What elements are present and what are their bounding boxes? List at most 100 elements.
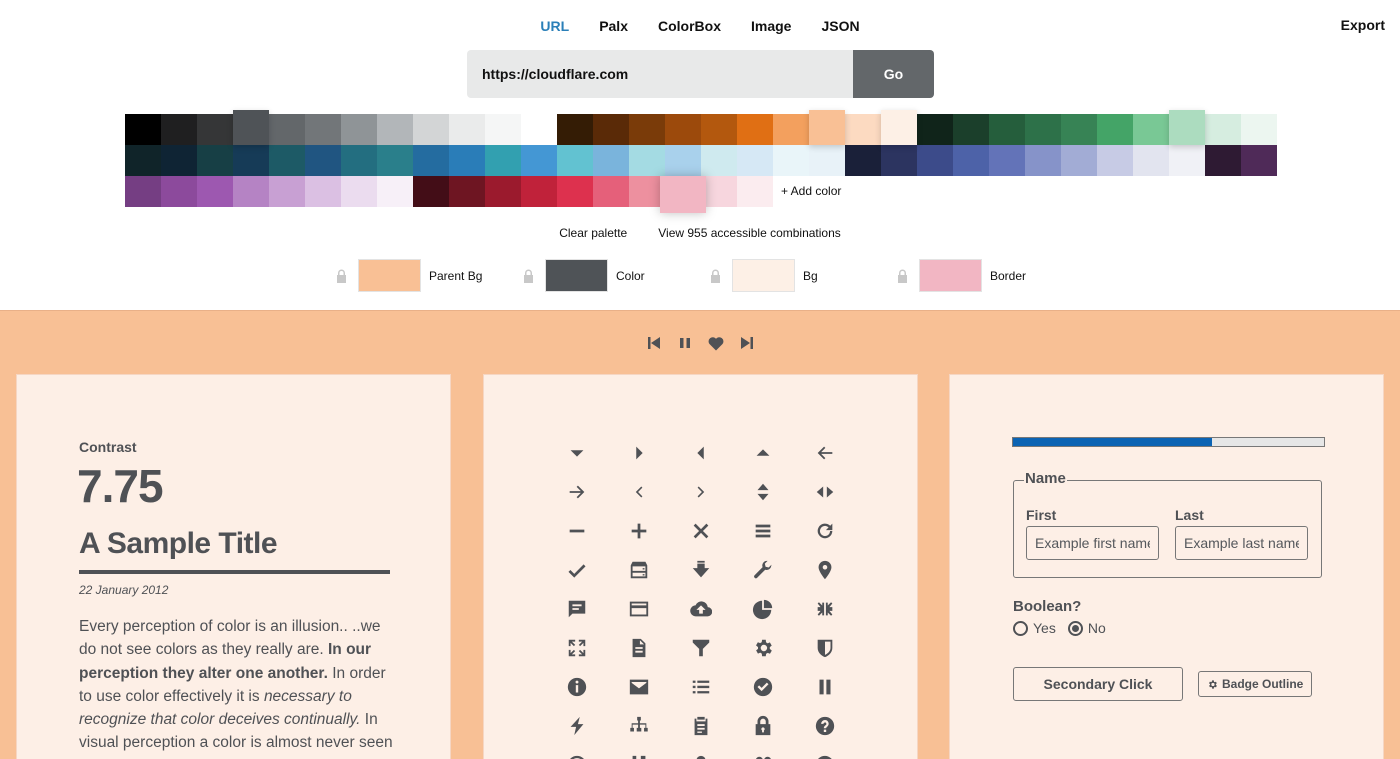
color-swatch[interactable] [485, 176, 521, 207]
clear-palette-link[interactable]: Clear palette [559, 226, 627, 240]
last-name-input[interactable] [1175, 526, 1308, 560]
color-swatch[interactable] [1133, 114, 1169, 145]
color-swatch[interactable] [557, 114, 593, 145]
color-swatch[interactable] [161, 114, 197, 145]
color-swatch[interactable] [989, 145, 1025, 176]
color-swatch[interactable] [845, 145, 881, 176]
color-swatch[interactable] [485, 145, 521, 176]
color-swatch[interactable] [377, 176, 413, 207]
color-swatch[interactable] [197, 145, 233, 176]
badge-outline-button[interactable]: Badge Outline [1198, 671, 1313, 697]
color-swatch[interactable] [341, 114, 377, 145]
color-swatch[interactable] [1205, 145, 1241, 176]
color-swatch[interactable] [809, 110, 845, 145]
color-swatch[interactable] [1025, 114, 1061, 145]
next-button[interactable] [739, 334, 755, 352]
color-swatch[interactable] [1205, 114, 1241, 145]
color-swatch[interactable] [1133, 145, 1169, 176]
color-swatch[interactable] [1241, 145, 1277, 176]
tab-palx[interactable]: Palx [584, 17, 643, 35]
color-swatch[interactable] [660, 176, 706, 213]
color-swatch[interactable] [305, 114, 341, 145]
color-swatch[interactable] [557, 145, 593, 176]
color-swatch[interactable] [881, 145, 917, 176]
color-swatch[interactable] [161, 176, 197, 207]
color-swatch[interactable] [269, 176, 305, 207]
color-swatch[interactable] [1061, 114, 1097, 145]
color-swatch[interactable] [881, 110, 917, 145]
color-swatch[interactable] [701, 145, 737, 176]
color-swatch[interactable] [953, 145, 989, 176]
color-swatch[interactable] [305, 176, 341, 207]
color-swatch[interactable] [413, 114, 449, 145]
color-swatch[interactable] [1097, 114, 1133, 145]
color-swatch[interactable] [1025, 145, 1061, 176]
color-swatch[interactable] [125, 145, 161, 176]
color-swatch[interactable] [233, 110, 269, 145]
export-button[interactable]: Export [1341, 17, 1385, 33]
color-swatch[interactable] [701, 176, 737, 207]
color-swatch[interactable] [197, 176, 233, 207]
color-swatch[interactable] [1169, 110, 1205, 145]
radio-yes[interactable]: Yes [1013, 620, 1056, 636]
color-swatch[interactable] [341, 176, 377, 207]
color-swatch[interactable] [377, 114, 413, 145]
color-swatch[interactable] [1097, 145, 1133, 176]
color-swatch[interactable] [1061, 145, 1097, 176]
color-swatch[interactable] [125, 114, 161, 145]
radio-no[interactable]: No [1067, 620, 1106, 636]
color-swatch[interactable] [629, 114, 665, 145]
color-swatch[interactable] [917, 145, 953, 176]
color-swatch[interactable] [197, 114, 233, 145]
color-swatch[interactable] [521, 176, 557, 207]
color-swatch[interactable] [305, 145, 341, 176]
favorite-button[interactable] [708, 334, 724, 352]
color-swatch[interactable] [773, 145, 809, 176]
radio-circle[interactable] [1013, 620, 1028, 636]
color-swatch[interactable] [629, 145, 665, 176]
pause-button[interactable] [677, 334, 693, 352]
color-swatch[interactable] [557, 176, 593, 207]
color-swatch[interactable] [413, 176, 449, 207]
color-swatch[interactable] [809, 145, 845, 176]
color-swatch[interactable] [413, 145, 449, 176]
color-swatch[interactable] [449, 114, 485, 145]
color-swatch[interactable] [665, 145, 701, 176]
role-swatch[interactable] [919, 259, 982, 292]
color-swatch[interactable] [521, 114, 557, 145]
color-swatch[interactable] [737, 114, 773, 145]
color-swatch[interactable] [701, 114, 737, 145]
lock-icon[interactable] [335, 269, 348, 283]
color-swatch[interactable] [233, 145, 269, 176]
color-swatch[interactable] [737, 176, 773, 207]
color-swatch[interactable] [1241, 114, 1277, 145]
previous-button[interactable] [646, 334, 662, 352]
role-swatch[interactable] [545, 259, 608, 292]
color-swatch[interactable] [1169, 145, 1205, 176]
color-swatch[interactable] [377, 145, 413, 176]
color-swatch[interactable] [593, 114, 629, 145]
add-color-button[interactable]: + Add color [773, 176, 841, 207]
lock-icon[interactable] [709, 269, 722, 283]
lock-icon[interactable] [896, 269, 909, 283]
color-swatch[interactable] [449, 176, 485, 207]
color-swatch[interactable] [989, 114, 1025, 145]
color-swatch[interactable] [341, 145, 377, 176]
color-swatch[interactable] [737, 145, 773, 176]
color-swatch[interactable] [773, 114, 809, 145]
tab-image[interactable]: Image [736, 17, 806, 35]
first-name-input[interactable] [1026, 526, 1159, 560]
color-swatch[interactable] [665, 114, 701, 145]
color-swatch[interactable] [593, 176, 629, 207]
color-swatch[interactable] [161, 145, 197, 176]
secondary-button[interactable]: Secondary Click [1013, 667, 1183, 701]
radio-circle-checked[interactable] [1067, 620, 1083, 636]
role-swatch[interactable] [732, 259, 795, 292]
role-swatch[interactable] [358, 259, 421, 292]
color-swatch[interactable] [449, 145, 485, 176]
color-swatch[interactable] [233, 176, 269, 207]
tab-json[interactable]: JSON [806, 17, 874, 35]
color-swatch[interactable] [269, 145, 305, 176]
color-swatch[interactable] [521, 145, 557, 176]
go-button[interactable]: Go [853, 50, 934, 98]
